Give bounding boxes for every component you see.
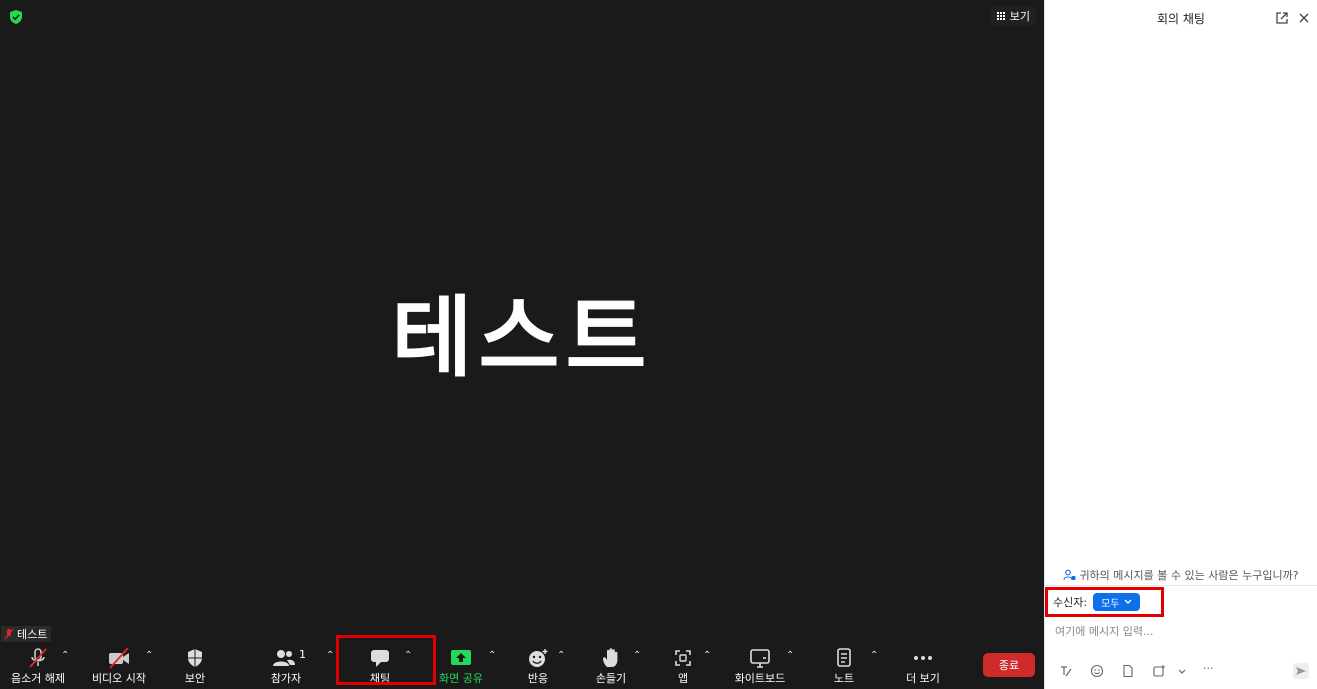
chat-message-input[interactable] bbox=[1053, 620, 1312, 642]
participants-button[interactable]: 1 참가자 bbox=[262, 642, 310, 689]
video-options-caret[interactable]: ⌃ bbox=[145, 650, 155, 661]
chat-options-caret[interactable]: ⌃ bbox=[404, 650, 414, 661]
chat-button[interactable]: 채팅 bbox=[360, 642, 400, 689]
participant-display-name: 테스트 bbox=[391, 286, 653, 389]
chat-label: 채팅 bbox=[369, 672, 391, 685]
chat-bubble-icon bbox=[371, 650, 389, 667]
muted-mic-icon bbox=[4, 628, 14, 640]
raise-hand-button[interactable]: 손들기 bbox=[588, 642, 634, 689]
who-can-see-link[interactable]: 귀하의 메시지를 볼 수 있는 사람은 누구입니까? bbox=[1045, 567, 1317, 583]
participants-count: 1 bbox=[299, 648, 306, 661]
security-button[interactable]: 보안 bbox=[175, 642, 215, 689]
apps-label: 앱 bbox=[677, 672, 689, 685]
end-meeting-button[interactable]: 종료 bbox=[983, 653, 1035, 677]
apps-options-caret[interactable]: ⌃ bbox=[703, 650, 713, 661]
raise-hand-options-caret[interactable]: ⌃ bbox=[633, 650, 643, 661]
close-icon[interactable] bbox=[1297, 11, 1311, 25]
chat-panel: 회의 채팅 귀하의 메시지를 볼 수 있는 사람은 누구입니까? 수신자: 모두 bbox=[1044, 0, 1317, 689]
security-label: 보안 bbox=[184, 672, 206, 685]
notes-label: 노트 bbox=[833, 672, 855, 685]
muted-mic-icon bbox=[29, 648, 47, 668]
chat-divider bbox=[1045, 585, 1317, 586]
meeting-toolbar: 음소거 해제 ⌃ 비디오 시작 ⌃ 보안 1 참가자 ⌃ 채팅 ⌃ 화면 공유 … bbox=[0, 642, 1044, 689]
share-screen-icon bbox=[451, 650, 471, 665]
view-button-label: 보기 bbox=[1009, 10, 1030, 23]
chevron-down-icon[interactable] bbox=[1177, 664, 1187, 678]
reactions-options-caret[interactable]: ⌃ bbox=[557, 650, 567, 661]
meeting-video-area: 보기 테스트 테스트 bbox=[0, 0, 1044, 689]
name-tag-label: 테스트 bbox=[17, 628, 48, 641]
chevron-down-icon bbox=[1124, 599, 1132, 604]
whiteboard-options-caret[interactable]: ⌃ bbox=[786, 650, 796, 661]
more-label: 더 보기 bbox=[906, 672, 940, 685]
audio-options-caret[interactable]: ⌃ bbox=[61, 650, 71, 661]
notes-button[interactable]: 노트 bbox=[824, 642, 864, 689]
whiteboard-label: 화이트보드 bbox=[734, 672, 786, 685]
hand-icon bbox=[603, 648, 618, 667]
recipient-label: 수신자: bbox=[1053, 596, 1088, 609]
shield-check-icon[interactable] bbox=[8, 9, 24, 25]
emoji-icon[interactable] bbox=[1090, 664, 1104, 678]
more-dots-icon bbox=[914, 656, 932, 660]
notes-icon bbox=[837, 648, 851, 667]
share-screen-button[interactable]: 화면 공유 bbox=[436, 642, 486, 689]
popout-icon[interactable] bbox=[1275, 11, 1289, 25]
recipient-row: 수신자: 모두 bbox=[1053, 593, 1141, 611]
share-screen-label: 화면 공유 bbox=[439, 672, 483, 685]
start-video-label: 비디오 시작 bbox=[91, 672, 147, 685]
emoji-plus-icon bbox=[529, 649, 548, 667]
more-tools-button[interactable]: ··· bbox=[1203, 662, 1214, 676]
more-button[interactable]: 더 보기 bbox=[900, 642, 946, 689]
participants-label: 참가자 bbox=[270, 672, 302, 685]
unmute-label: 음소거 해제 bbox=[10, 672, 66, 685]
participants-icon bbox=[273, 650, 295, 666]
participants-options-caret[interactable]: ⌃ bbox=[326, 650, 336, 661]
screenshot-icon[interactable] bbox=[1152, 664, 1166, 678]
recipient-value: 모두 bbox=[1101, 598, 1120, 610]
grid-icon bbox=[997, 12, 1006, 21]
whiteboard-icon bbox=[750, 649, 770, 668]
raise-hand-label: 손들기 bbox=[595, 672, 627, 685]
reactions-label: 반응 bbox=[527, 672, 549, 685]
whiteboard-button[interactable]: 화이트보드 bbox=[730, 642, 790, 689]
apps-button[interactable]: 앱 bbox=[663, 642, 703, 689]
shield-icon bbox=[188, 649, 202, 667]
share-options-caret[interactable]: ⌃ bbox=[488, 650, 498, 661]
file-icon[interactable] bbox=[1121, 664, 1135, 678]
view-button[interactable]: 보기 bbox=[990, 6, 1036, 26]
video-off-icon bbox=[109, 647, 129, 669]
reactions-button[interactable]: 반응 bbox=[518, 642, 558, 689]
format-text-icon[interactable] bbox=[1059, 664, 1073, 678]
notes-options-caret[interactable]: ⌃ bbox=[870, 650, 880, 661]
send-icon[interactable] bbox=[1293, 663, 1309, 679]
person-lock-icon bbox=[1063, 569, 1076, 581]
start-video-button[interactable]: 비디오 시작 bbox=[88, 642, 150, 689]
participant-name-tag: 테스트 bbox=[1, 626, 52, 642]
who-can-see-text: 귀하의 메시지를 볼 수 있는 사람은 누구입니까? bbox=[1079, 569, 1299, 582]
apps-icon bbox=[675, 650, 691, 666]
recipient-dropdown[interactable]: 모두 bbox=[1093, 593, 1141, 611]
